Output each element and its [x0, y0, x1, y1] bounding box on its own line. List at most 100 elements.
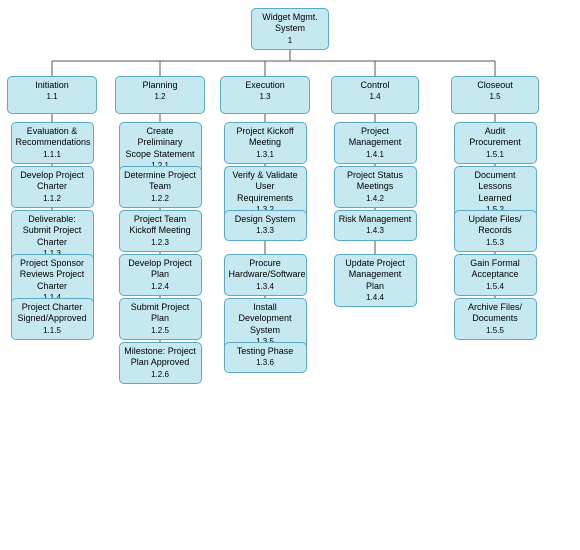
node-id: 1.2.2	[151, 194, 169, 203]
node-1.1.1: Evaluation &Recommendations 1.1.1	[11, 122, 94, 164]
node-id: 1.5.1	[486, 150, 504, 159]
node-id: 1	[288, 36, 292, 45]
node-1.3.1: Project KickoffMeeting1.3.1	[224, 122, 307, 164]
node-label: System	[250, 325, 280, 335]
node-label: Design System	[235, 214, 296, 224]
node-id: 1.2	[154, 92, 165, 101]
node-label: Management Plan	[349, 269, 402, 290]
node-label: Deliverable:	[28, 214, 76, 224]
node-id: 1.2.3	[151, 238, 169, 247]
node-label: Audit Procurement	[469, 126, 521, 147]
node-label: Plan	[151, 313, 169, 323]
node-label: Update Files/	[468, 214, 521, 224]
node-label: Development	[238, 313, 291, 323]
node-1.1.2: Develop ProjectCharter 1.1.2	[11, 166, 94, 208]
node-1.4: Control 1.4	[331, 76, 419, 114]
node-label: Project Charter	[22, 302, 83, 312]
node-label: User Requirements	[237, 181, 293, 202]
node-label: Closeout	[477, 80, 513, 90]
node-1.3.3: Design System 1.3.3	[224, 210, 307, 241]
node-label: Procure	[249, 258, 281, 268]
node-label: Documents	[472, 313, 518, 323]
node-label: Risk Management	[339, 214, 412, 224]
node-label: Update Project	[345, 258, 405, 268]
node-label: Charter	[37, 281, 67, 291]
node-label: Project Sponsor	[20, 258, 84, 268]
node-id: 1.4	[369, 92, 380, 101]
node-label: Verify & Validate	[232, 170, 297, 180]
node-id: 1.2.6	[151, 370, 169, 379]
node-1.4.4: Update ProjectManagement Plan 1.4.4	[334, 254, 417, 307]
node-1.5: Closeout 1.5	[451, 76, 539, 114]
node-1.3.6: Testing Phase 1.3.6	[224, 342, 307, 373]
node-1.4.3: Risk Management 1.4.3	[334, 210, 417, 241]
node-1.2.5: Submit ProjectPlan 1.2.5	[119, 298, 202, 340]
node-label: System	[275, 23, 305, 33]
node-id: 1.1.2	[43, 194, 61, 203]
node-id: 1.1	[46, 92, 57, 101]
node-label: Develop Project	[128, 258, 192, 268]
node-1: Widget Mgmt.System 1	[251, 8, 329, 50]
node-id: 1.1.5	[43, 326, 61, 335]
node-id: 1.3.1	[256, 150, 274, 159]
node-id: 1.1.1	[43, 150, 61, 159]
node-label: Develop Project	[20, 170, 84, 180]
node-label: Milestone: Project	[124, 346, 196, 356]
node-id: 1.4.3	[366, 226, 384, 235]
node-label: Meetings	[357, 181, 394, 191]
node-1.5.4: Gain FormalAcceptance1.5.4	[454, 254, 537, 296]
node-1.1: Initiation 1.1	[7, 76, 97, 114]
node-label: Recommendations	[16, 137, 91, 147]
node-label: Control	[360, 80, 389, 90]
node-label: Create Preliminary	[137, 126, 182, 147]
node-label: Project Team	[134, 214, 186, 224]
node-id: 1.5.3	[486, 238, 504, 247]
node-label: Signed/Approved	[17, 313, 86, 323]
node-id: 1.5.5	[486, 326, 504, 335]
node-1.2.6: Milestone: ProjectPlan Approved 1.2.6	[119, 342, 202, 384]
node-label: Reviews Project	[20, 269, 85, 279]
node-label: Team	[149, 181, 171, 191]
node-1.2.4: Develop ProjectPlan1.2.4	[119, 254, 202, 296]
node-label: Widget Mgmt.	[262, 12, 318, 22]
node-id: 1.3.6	[256, 358, 274, 367]
node-1.4.1: ProjectManagement1.4.1	[334, 122, 417, 164]
node-label: Charter	[37, 237, 67, 247]
node-id: 1.2.4	[151, 282, 169, 291]
node-label: Project	[361, 126, 389, 136]
node-1.3: Execution1.3	[220, 76, 310, 114]
node-id: 1.2.5	[151, 326, 169, 335]
node-label: Management	[349, 137, 402, 147]
node-label: Learned	[478, 193, 511, 203]
node-label: Submit Project	[23, 225, 82, 235]
node-1.2.3: Project TeamKickoff Meeting 1.2.3	[119, 210, 202, 252]
node-label: Evaluation &	[27, 126, 78, 136]
node-1.3.4: ProcureHardware/Software1.3.4	[224, 254, 307, 296]
org-chart: Widget Mgmt.System1Initiation1.1Planning…	[0, 0, 580, 550]
node-id: 1.4.4	[366, 293, 384, 302]
node-label: Execution	[245, 80, 285, 90]
node-id: 1.5	[489, 92, 500, 101]
node-label: Hardware/Software	[229, 269, 306, 279]
node-1.1.5: Project CharterSigned/Approved 1.1.5	[11, 298, 94, 340]
node-1.5.1: Audit Procurement 1.5.1	[454, 122, 537, 164]
node-label: Scope Statement	[125, 149, 194, 159]
node-label: Plan Approved	[131, 357, 190, 367]
node-label: Kickoff Meeting	[129, 225, 190, 235]
node-id: 1.3.3	[256, 226, 274, 235]
node-1.5.5: Archive Files/Documents 1.5.5	[454, 298, 537, 340]
node-label: Gain Formal	[470, 258, 520, 268]
node-label: Testing Phase	[237, 346, 294, 356]
node-label: Planning	[142, 80, 177, 90]
node-label: Submit Project	[131, 302, 190, 312]
node-label: Acceptance	[471, 269, 518, 279]
node-id: 1.4.2	[366, 194, 384, 203]
node-label: Records	[478, 225, 512, 235]
node-1.2: Planning 1.2	[115, 76, 205, 114]
node-label: Meeting	[249, 137, 281, 147]
node-label: Charter	[37, 181, 67, 191]
node-label: Project Status	[347, 170, 403, 180]
node-label: Initiation	[35, 80, 69, 90]
node-label: Install	[253, 302, 277, 312]
node-label: Archive Files/	[468, 302, 522, 312]
